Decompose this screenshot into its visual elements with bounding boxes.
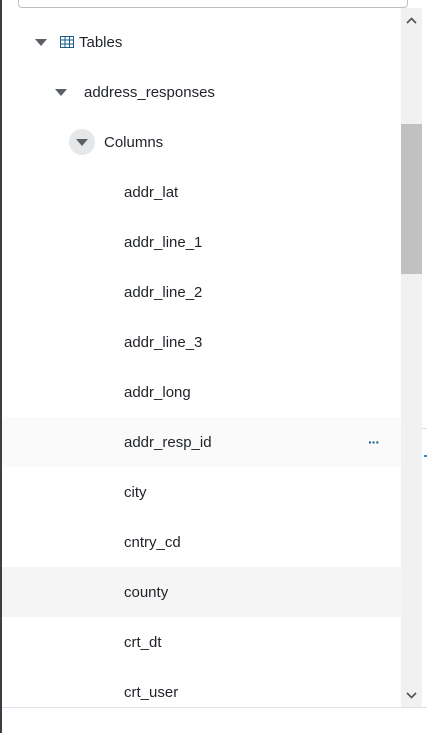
column-name: addr_line_1	[124, 233, 203, 251]
tree-node-columns[interactable]: Columns	[2, 117, 401, 167]
column-item[interactable]: addr_resp_id ···	[2, 417, 401, 467]
column-item[interactable]: addr_lat	[2, 167, 401, 217]
chevron-down-icon[interactable]	[69, 129, 95, 155]
column-name: addr_resp_id	[124, 433, 212, 451]
tree-node-table[interactable]: address_responses	[2, 67, 401, 117]
column-name: city	[124, 483, 147, 501]
chevron-down-icon[interactable]	[28, 29, 54, 55]
column-name: crt_dt	[124, 633, 162, 651]
chevron-down-icon[interactable]	[48, 79, 74, 105]
column-item[interactable]: addr_line_2	[2, 267, 401, 317]
column-name: addr_long	[124, 383, 191, 401]
column-name: crt_user	[124, 683, 179, 701]
tree-node-label: address_responses	[84, 83, 215, 101]
tree-node-label: Tables	[79, 33, 123, 51]
divider	[422, 428, 427, 429]
chevron-up-icon	[406, 16, 417, 24]
tree-node-tables[interactable]: Tables	[2, 17, 401, 67]
scrollbar-thumb[interactable]	[401, 124, 422, 274]
column-name: addr_line_3	[124, 333, 203, 351]
tree-node-label: Columns	[104, 133, 164, 151]
column-name: county	[124, 583, 169, 601]
column-item[interactable]: addr_long	[2, 367, 401, 417]
column-name: addr_line_2	[124, 283, 203, 301]
more-actions-icon[interactable]: ···	[368, 435, 380, 449]
column-item[interactable]: crt_dt	[2, 617, 401, 667]
column-item[interactable]: addr_line_1	[2, 217, 401, 267]
scroll-down-button[interactable]	[401, 683, 422, 707]
schema-tree: Tables address_responses Columns addr_la…	[2, 17, 401, 707]
column-name: cntry_cd	[124, 533, 181, 551]
column-name: addr_lat	[124, 183, 179, 201]
table-icon	[60, 36, 74, 48]
scroll-up-button[interactable]	[401, 8, 422, 32]
column-item[interactable]: county	[2, 567, 401, 617]
column-item[interactable]: crt_user	[2, 667, 401, 707]
search-input[interactable]	[18, 0, 408, 8]
column-item[interactable]: cntry_cd	[2, 517, 401, 567]
divider	[2, 707, 427, 708]
chevron-down-icon	[406, 691, 417, 699]
vertical-scrollbar[interactable]	[401, 8, 422, 707]
schema-browser-panel: Tables address_responses Columns addr_la…	[0, 0, 427, 733]
column-item[interactable]: addr_line_3	[2, 317, 401, 367]
column-item[interactable]: city	[2, 467, 401, 517]
